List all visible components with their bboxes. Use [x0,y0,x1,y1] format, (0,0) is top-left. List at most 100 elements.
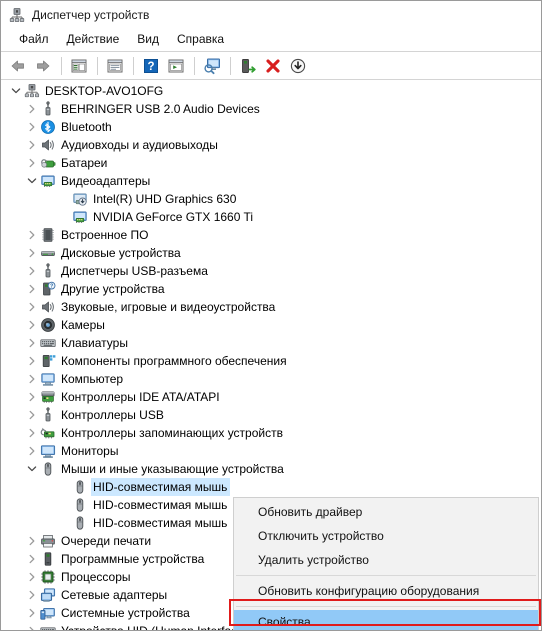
title-bar: Диспетчер устройств [1,1,541,28]
chevron-right-icon[interactable] [24,622,40,630]
chevron-right-icon[interactable] [24,136,40,154]
keyboard-icon [40,623,61,630]
toolbar: ? [1,51,541,80]
chevron-right-icon[interactable] [24,586,40,604]
tree-item-label: Аудиовходы и аудиовыходы [61,138,218,152]
tree-item-label: Мыши и иные указывающие устройства [61,462,284,476]
disk-drive-icon [40,245,61,261]
tree-item[interactable]: ? Другие устройства [2,280,541,298]
computer-icon [40,371,61,387]
properties-button[interactable] [103,54,127,77]
chevron-right-icon[interactable] [24,262,40,280]
chevron-right-icon [29,626,34,630]
chevron-right-icon[interactable] [24,442,40,460]
ctx-update-driver[interactable]: Обновить драйвер [234,500,538,524]
tree-item[interactable]: Компоненты программного обеспечения [2,352,541,370]
forward-button[interactable] [31,54,55,77]
chevron-right-icon[interactable] [24,388,40,406]
svg-text:?: ? [147,61,154,73]
unknown-device-icon: ? [40,281,61,297]
chevron-right-icon[interactable] [24,316,40,334]
menu-action[interactable]: Действие [58,30,129,49]
uninstall-device-button[interactable] [261,54,285,77]
back-button[interactable] [6,54,30,77]
chevron-right-icon [29,230,35,240]
chevron-right-icon[interactable] [24,352,40,370]
tree-item[interactable]: Диспетчеры USB-разъема [2,262,541,280]
mouse-icon [72,479,93,495]
chevron-right-icon[interactable] [24,244,40,262]
tree-item[interactable]: Батареи [2,154,541,172]
tree-item[interactable]: Встроенное ПО [2,226,541,244]
mouse-icon [72,515,93,531]
chevron-right-icon [29,608,35,618]
ide-controller-icon [40,389,61,405]
tree-item[interactable]: Контроллеры IDE ATA/ATAPI [2,388,541,406]
tree-item[interactable]: NVIDIA GeForce GTX 1660 Ti [2,208,541,226]
ctx-uninstall-device[interactable]: Удалить устройство [234,548,538,572]
update-driver-button[interactable] [236,54,260,77]
disable-device-button[interactable] [286,54,310,77]
tree-item[interactable]: Камеры [2,316,541,334]
help-button[interactable]: ? [139,54,163,77]
tree-item[interactable]: HID-совместимая мышь [2,478,541,496]
chevron-right-icon [29,104,35,114]
mouse-icon [40,461,61,477]
chevron-right-icon [29,554,35,564]
chevron-down-icon[interactable] [8,82,24,100]
chevron-right-icon[interactable] [24,154,40,172]
show-hide-console-tree-button[interactable] [67,54,91,77]
tree-item[interactable]: Дисковые устройства [2,244,541,262]
tree-item[interactable]: BEHRINGER USB 2.0 Audio Devices [2,100,541,118]
chevron-down-icon[interactable] [24,460,40,478]
ctx-disable-device[interactable]: Отключить устройство [234,524,538,548]
chevron-right-icon[interactable] [24,424,40,442]
tree-item[interactable]: Мыши и иные указывающие устройства [2,460,541,478]
chevron-right-icon[interactable] [24,370,40,388]
tree-item[interactable]: DESKTOP-AVO1OFG [2,82,541,100]
chevron-right-icon [29,392,35,402]
chevron-right-icon [29,356,35,366]
chevron-right-icon[interactable] [24,226,40,244]
menu-view[interactable]: Вид [128,30,168,49]
menu-file[interactable]: Файл [10,30,58,49]
tree-item[interactable]: Контроллеры USB [2,406,541,424]
ctx-properties[interactable]: Свойства [234,610,538,630]
tree-item[interactable]: Компьютер [2,370,541,388]
chevron-right-icon [29,374,35,384]
ctx-scan-hardware-changes[interactable]: Обновить конфигурацию оборудования [234,579,538,603]
tree-item[interactable]: Видеоадаптеры [2,172,541,190]
scan-hardware-changes-button[interactable] [200,54,224,77]
context-menu[interactable]: Обновить драйвер Отключить устройство Удал… [233,497,539,630]
chevron-right-icon [29,572,35,582]
action-menu-button[interactable] [164,54,188,77]
menu-help[interactable]: Справка [168,30,233,49]
chevron-down-icon[interactable] [24,172,40,190]
tree-item[interactable]: Клавиатуры [2,334,541,352]
chevron-right-icon[interactable] [24,280,40,298]
tree-item[interactable]: Контроллеры запоминающих устройств [2,424,541,442]
chevron-right-icon[interactable] [24,118,40,136]
context-menu-separator [236,575,536,576]
chevron-right-icon[interactable] [24,406,40,424]
device-manager-icon [9,7,25,22]
tree-item[interactable]: Intel(R) UHD Graphics 630 [2,190,541,208]
usb-connector-icon [40,263,61,279]
chevron-right-icon[interactable] [24,532,40,550]
tree-item[interactable]: Звуковые, игровые и видеоустройства [2,298,541,316]
chevron-right-icon [29,446,35,456]
tree-item[interactable]: Мониторы [2,442,541,460]
chevron-right-icon[interactable] [24,334,40,352]
tree-item[interactable]: Bluetooth [2,118,541,136]
chevron-right-icon[interactable] [24,298,40,316]
chevron-right-icon[interactable] [24,550,40,568]
tree-item-label: Видеоадаптеры [61,174,151,188]
tree-item[interactable]: Аудиовходы и аудиовыходы [2,136,541,154]
chevron-right-icon[interactable] [24,100,40,118]
tree-item-label: HID-совместимая мышь [93,498,228,512]
chevron-right-icon [29,590,35,600]
chevron-right-icon[interactable] [24,568,40,586]
chevron-right-icon [29,410,35,420]
chevron-right-icon[interactable] [24,604,40,622]
